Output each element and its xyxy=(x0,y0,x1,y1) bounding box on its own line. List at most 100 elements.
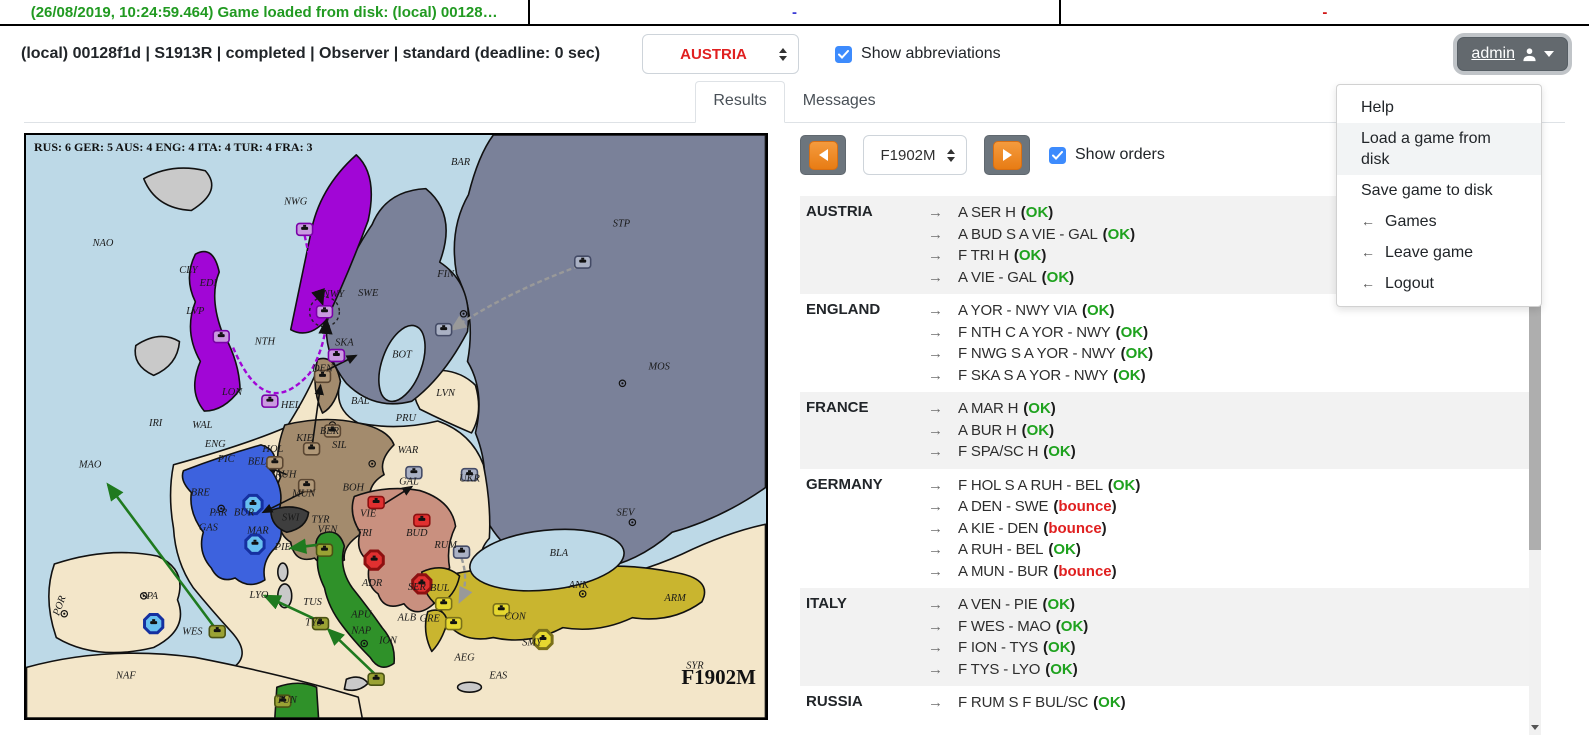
order-arrow-icon: → xyxy=(928,563,958,580)
select-arrows-icon xyxy=(779,48,787,61)
game-map[interactable]: RUS: 6 GER: 5 AUS: 4 ENG: 4 ITA: 4 TUR: … xyxy=(24,133,768,720)
province-label: ALB xyxy=(397,613,417,624)
menu-item-logout[interactable]: ←Logout xyxy=(1337,268,1541,299)
caret-down-icon xyxy=(1544,51,1554,57)
order-line: →F ION - TYS(OK) xyxy=(928,637,1529,659)
show-orders-checkbox[interactable] xyxy=(1049,147,1066,164)
province-label: WAR xyxy=(398,445,419,456)
order-result: ) xyxy=(1112,563,1117,580)
phase-select[interactable]: F1902M xyxy=(863,135,967,175)
order-text: F NWG S A YOR - NWY xyxy=(958,345,1116,362)
order-line: →F SPA/SC H(OK) xyxy=(928,441,1529,463)
order-text: A KIE - DEN xyxy=(958,520,1038,537)
check-icon xyxy=(838,50,849,59)
header-bar: (local) 00128f1d | S1913R | completed | … xyxy=(0,26,1589,81)
order-arrow-icon: → xyxy=(928,204,958,221)
prev-phase-button[interactable] xyxy=(800,135,846,175)
menu-item-help[interactable]: Help xyxy=(1337,92,1541,123)
province-label: HOL xyxy=(261,444,283,455)
order-arrow-icon: → xyxy=(928,400,958,417)
province-label: MUN xyxy=(291,489,316,500)
order-text: F TRI H xyxy=(958,247,1009,264)
scrollbar-down-arrow[interactable] xyxy=(1529,721,1541,733)
order-result: ) xyxy=(1143,324,1148,341)
province-label: ION xyxy=(378,636,398,647)
order-arrow-icon: → xyxy=(928,367,958,384)
order-result-value: OK xyxy=(1126,345,1149,362)
province-label: KIE xyxy=(295,433,313,444)
show-orders-label: Show orders xyxy=(1075,146,1165,164)
unit-glyph xyxy=(220,332,223,334)
order-result: ) xyxy=(1070,596,1075,613)
province-label: NTH xyxy=(254,337,276,348)
order-result: ) xyxy=(1121,694,1126,711)
menu-item-label: Games xyxy=(1385,211,1437,232)
province-label: NAP xyxy=(350,626,371,637)
order-line: →F NTH C A YOR - NWY(OK) xyxy=(928,322,1529,344)
show-abbreviations-checkbox[interactable] xyxy=(835,46,852,63)
tab-messages[interactable]: Messages xyxy=(785,81,894,123)
order-result-value: OK xyxy=(1048,596,1071,613)
order-result-value: OK xyxy=(1098,694,1121,711)
province-label: PRU xyxy=(395,413,418,424)
game-info: (local) 00128f1d | S1913R | completed | … xyxy=(21,45,600,63)
order-line: →A MUN - BUR(bounce) xyxy=(928,561,1529,583)
unit-glyph xyxy=(216,627,219,629)
unit-glyph xyxy=(542,635,545,637)
tab-bar: ResultsMessages xyxy=(24,81,1565,123)
order-line: →F HOL S A RUH - BEL(OK) xyxy=(928,475,1529,497)
unit-glyph xyxy=(266,399,273,402)
order-arrow-icon: → xyxy=(928,618,958,635)
order-text: A VEN - PIE xyxy=(958,596,1038,613)
menu-item-load-a-game-from-disk[interactable]: Load a game from disk xyxy=(1337,123,1541,175)
menu-item-games[interactable]: ←Games xyxy=(1337,206,1541,237)
order-result: ) xyxy=(1069,269,1074,286)
order-line: →A DEN - SWE(bounce) xyxy=(928,496,1529,518)
unit-glyph xyxy=(268,397,271,399)
order-result: ) xyxy=(1071,639,1076,656)
unit-glyph xyxy=(152,619,155,621)
power-select[interactable]: AUSTRIA xyxy=(642,34,799,74)
province-label: IRI xyxy=(148,418,163,429)
prev-phase-icon xyxy=(809,141,838,170)
user-menu-button[interactable]: admin xyxy=(1457,37,1568,71)
menu-item-label: Leave game xyxy=(1385,242,1473,263)
order-text: F HOL S A RUH - BEL xyxy=(958,477,1103,494)
province-label: EDI xyxy=(199,278,218,289)
menu-item-save-game-to-disk[interactable]: Save game to disk xyxy=(1337,175,1541,206)
unit-glyph xyxy=(301,227,308,230)
order-result-value: bounce xyxy=(1058,563,1111,580)
province-label: PAR xyxy=(208,507,227,518)
tab-results[interactable]: Results xyxy=(695,81,784,123)
menu-item-label: Help xyxy=(1361,97,1394,118)
province-label: ADR xyxy=(361,578,383,589)
unit-glyph xyxy=(373,556,376,558)
province-label: APU xyxy=(350,610,373,621)
order-result: ) xyxy=(1148,345,1153,362)
phase-select-value: F1902M xyxy=(880,147,935,164)
order-result-value: OK xyxy=(1050,661,1073,678)
province-label: SWE xyxy=(358,288,379,299)
province-label: STP xyxy=(613,218,631,229)
order-text: A RUH - BEL xyxy=(958,541,1043,558)
province-label: BOT xyxy=(392,349,413,360)
unit-glyph xyxy=(308,446,315,449)
order-result-value: OK xyxy=(1053,541,1076,558)
log-center-value: - xyxy=(530,0,1060,24)
order-result: ) xyxy=(1135,477,1140,494)
unit-glyph xyxy=(412,468,415,470)
unit-glyph xyxy=(218,334,225,337)
scrollbar-thumb[interactable] xyxy=(1529,287,1541,550)
order-arrow-icon: → xyxy=(928,422,958,439)
menu-item-leave-game[interactable]: ←Leave game xyxy=(1337,237,1541,268)
supply-center-dot xyxy=(63,613,65,615)
order-result-value: OK xyxy=(1027,422,1050,439)
next-phase-button[interactable] xyxy=(984,135,1030,175)
province-label: LYO xyxy=(248,590,268,601)
power-select-value: AUSTRIA xyxy=(680,46,747,63)
province-label: GRE xyxy=(420,614,441,625)
unit-glyph xyxy=(253,540,256,542)
province-label: SER xyxy=(408,582,427,593)
province-label: RUM xyxy=(433,540,458,551)
province-label: SPA xyxy=(141,591,158,602)
